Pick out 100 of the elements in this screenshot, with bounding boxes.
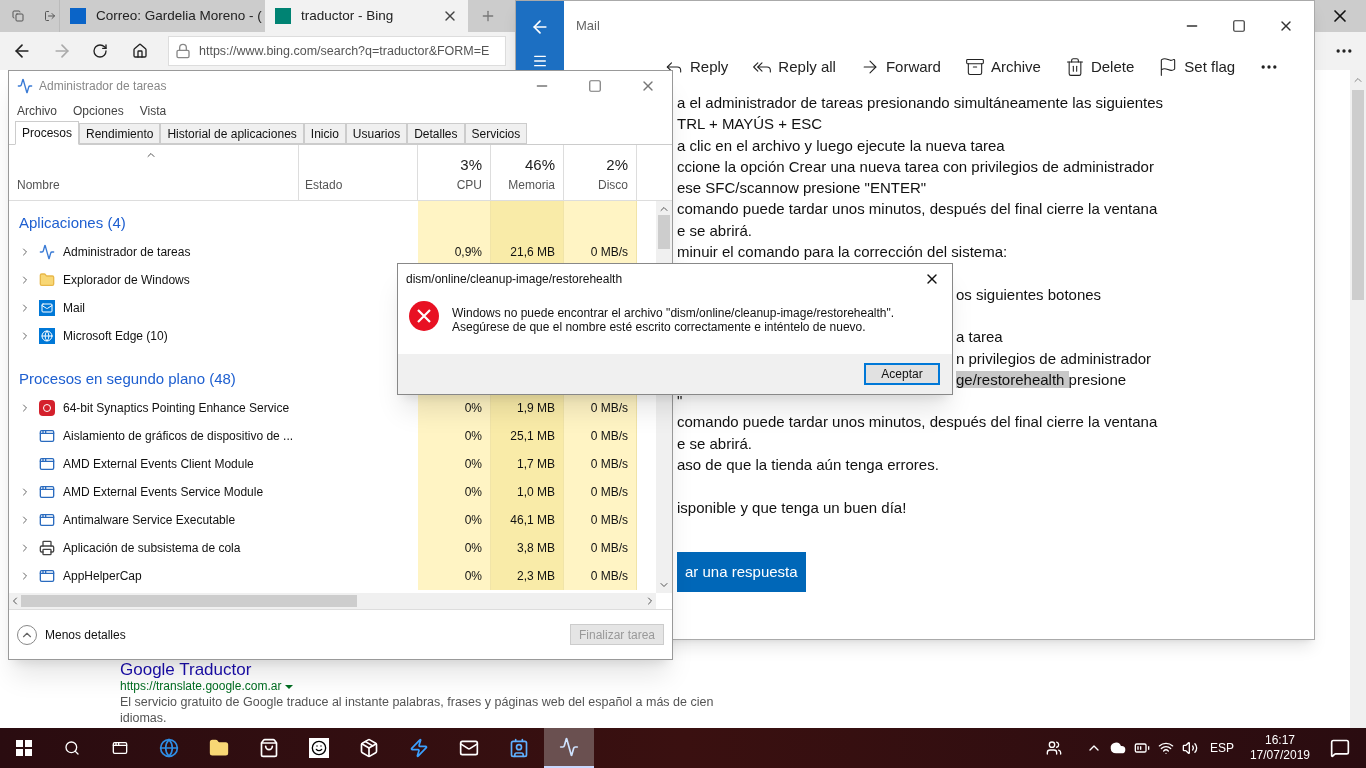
result-url[interactable]: https://translate.google.com.ar [120, 679, 282, 694]
bag-icon [259, 738, 279, 758]
refresh-icon[interactable] [92, 43, 108, 59]
scrollbar[interactable] [1350, 70, 1366, 728]
column-header[interactable]: 46% Memoria [491, 145, 564, 200]
toolbar-button[interactable]: Delete [1064, 55, 1135, 79]
window-title: Administrador de tareas [39, 78, 168, 95]
notifications-icon[interactable] [1330, 738, 1350, 758]
toolbar-button[interactable]: Archive [964, 55, 1041, 79]
smile-icon [309, 738, 329, 758]
column-header[interactable]: 3% CPU [418, 145, 491, 200]
scroll-thumb[interactable] [21, 595, 357, 607]
monitor-icon [559, 737, 579, 757]
table-cell: 0% [464, 513, 482, 527]
maximize-icon[interactable] [1232, 19, 1246, 33]
tab[interactable]: Procesos [15, 121, 80, 145]
table-cell: 0 MB/s [590, 513, 628, 527]
tab[interactable]: Detalles [407, 123, 465, 144]
browser-tab[interactable]: Correo: Gardelia Moreno - ( [59, 0, 262, 32]
table-cell: 0% [464, 401, 482, 415]
process-name[interactable]: Microsoft Edge (10) [63, 327, 168, 345]
process-name[interactable]: Explorador de Windows [63, 271, 190, 289]
process-name[interactable]: 64-bit Synaptics Pointing Enhance Service [63, 399, 290, 417]
toolbar-button[interactable]: Reply [664, 55, 729, 79]
scroll-thumb[interactable] [658, 215, 670, 249]
less-details-link[interactable]: Menos detalles [45, 625, 570, 644]
table-cell: 1,9 MB [517, 401, 555, 415]
horizontal-scrollbar[interactable] [9, 593, 656, 609]
message-line: e se abrirá. [677, 221, 753, 239]
cloud-icon[interactable] [1109, 740, 1126, 756]
task-view-icon[interactable] [112, 740, 128, 756]
process-name[interactable]: Aplicación de subsistema de cola [63, 539, 241, 557]
toolbar-button[interactable]: Reply all [752, 55, 836, 79]
message-line: minuir el comando para la corrección del sistema: [677, 243, 1008, 261]
search-icon[interactable] [64, 740, 80, 756]
address-field[interactable]: https://www.bing.com/search?q=traductor&FORM=E [168, 36, 506, 66]
column-header[interactable]: 2% Disco [564, 145, 637, 200]
column-header[interactable]: Nombre [9, 145, 299, 200]
wifi-icon[interactable] [1157, 740, 1174, 756]
home-icon[interactable] [132, 43, 148, 59]
result-title[interactable]: Google Traductor [120, 660, 720, 679]
windows-logo-icon [16, 740, 32, 756]
clock[interactable]: 16:17 17/07/2019 [1249, 733, 1310, 763]
tab[interactable]: Rendimiento [79, 123, 161, 144]
tab[interactable]: Inicio [303, 123, 346, 144]
process-name[interactable]: AMD External Events Service Module [63, 483, 264, 501]
volume-icon[interactable] [1181, 740, 1198, 756]
toolbar-button[interactable]: Forward [859, 55, 941, 79]
tab-aside-icon[interactable] [44, 8, 56, 24]
scroll-thumb[interactable] [1352, 90, 1364, 300]
table-cell: 0% [464, 569, 482, 583]
tab[interactable]: Usuarios [345, 123, 408, 144]
dropdown-caret-icon[interactable] [285, 684, 294, 689]
tabs-icon[interactable] [12, 8, 24, 24]
menu-item[interactable]: Vista [139, 102, 167, 120]
table-cell: 2,3 MB [517, 569, 555, 583]
table-cell: 0% [464, 457, 482, 471]
message-line: " [677, 392, 683, 410]
tab[interactable]: Servicios [464, 123, 528, 144]
process-name[interactable]: AMD External Events Client Module [63, 455, 254, 473]
process-name[interactable]: Mail [63, 299, 85, 317]
folder-icon [209, 738, 229, 758]
group-header: Aplicaciones (4) [19, 212, 126, 233]
table-cell: 0,9% [454, 245, 482, 259]
accept-button[interactable]: Aceptar [864, 363, 940, 385]
error-message: Asegúrese de que el nombre esté escrito correctamente e inténtelo de nuevo. [452, 320, 867, 334]
maximize-icon[interactable] [588, 79, 602, 93]
process-name[interactable]: AppHelperCap [63, 567, 142, 585]
table-cell: 1,0 MB [517, 485, 555, 499]
process-name[interactable]: Antimalware Service Executable [63, 511, 236, 529]
browser-tab[interactable]: traductor - Bing [265, 0, 468, 32]
menu-icon[interactable] [532, 53, 548, 69]
table-cell: 0 MB/s [590, 429, 628, 443]
table-cell: 0% [464, 429, 482, 443]
tab[interactable]: Historial de aplicaciones [160, 123, 304, 144]
message-line: n privilegios de administrador [956, 349, 1152, 367]
message-line: comando puede tardar unos minutos, después del final cierre la ventana [677, 200, 1158, 218]
process-name[interactable]: Aislamiento de gráficos de dispositivo de ... [63, 427, 294, 445]
window-icon [39, 484, 55, 500]
table-cell: 0% [464, 485, 482, 499]
group-header: Procesos en segundo plano (48) [19, 368, 236, 389]
menu-item[interactable]: Opciones [73, 102, 124, 120]
column-header[interactable]: Estado [299, 145, 418, 200]
table-cell: 0 MB/s [590, 401, 628, 415]
mail-icon [70, 8, 86, 24]
result-description: El servicio gratuito de Google traduce al instante palabras, frases y páginas web del español a más de cien idiomas. [120, 694, 715, 726]
message-line: e se abrirá. [677, 434, 753, 452]
post-answer-button[interactable]: ar una respuesta [677, 551, 806, 592]
battery-icon[interactable] [1133, 740, 1150, 756]
people-icon[interactable] [1045, 740, 1062, 756]
process-name[interactable]: Administrador de tareas [63, 243, 191, 261]
language-indicator[interactable]: ESP [1209, 739, 1234, 757]
error-message: Windows no puede encontrar el archivo "dism/online/cleanup-image/restorehealth". [452, 306, 895, 320]
table-cell: 0 MB/s [590, 245, 628, 259]
message-line: os siguientes botones [956, 285, 1102, 303]
menu-item[interactable]: Archivo [17, 102, 57, 120]
mail-icon [459, 738, 479, 758]
error-icon [408, 300, 440, 332]
mail-icon [39, 300, 55, 316]
toolbar-button[interactable]: Set flag [1158, 55, 1236, 79]
